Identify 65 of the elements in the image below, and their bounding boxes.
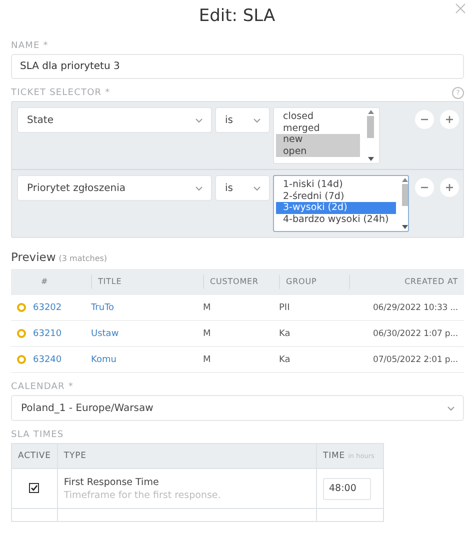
plus-icon bbox=[445, 183, 454, 192]
scroll-up-icon[interactable] bbox=[402, 178, 408, 182]
ticket-title-link[interactable]: Komu bbox=[91, 354, 116, 364]
table-cell: 06/29/2022 10:33 ... bbox=[373, 302, 458, 312]
table-cell: PII bbox=[279, 302, 290, 312]
table-cell: 07/05/2022 2:01 p... bbox=[373, 354, 458, 364]
attribute-select[interactable]: State bbox=[17, 107, 212, 133]
chevron-icon bbox=[447, 406, 455, 410]
table-cell: M bbox=[203, 328, 211, 338]
ticket-link[interactable]: 63240 bbox=[33, 354, 62, 364]
column-header[interactable]: TITLE bbox=[91, 275, 122, 289]
name-field[interactable]: SLA dla priorytetu 3 bbox=[11, 54, 464, 79]
table-cell: Ka bbox=[279, 328, 290, 338]
column-header[interactable]: CREATED AT bbox=[349, 275, 458, 289]
table-cell: M bbox=[203, 354, 211, 364]
table-cell: Ka bbox=[279, 354, 290, 364]
field-label: SLA TIMES bbox=[11, 430, 64, 440]
column-header[interactable]: CUSTOMER bbox=[203, 275, 258, 289]
chevron-icon bbox=[253, 186, 261, 190]
list-option[interactable]: closed bbox=[276, 111, 360, 122]
table-cell: 06/30/2022 1:07 p... bbox=[373, 328, 458, 338]
column-header: ACTIVE bbox=[18, 451, 51, 461]
list-option[interactable]: 2-średni (7d) bbox=[276, 190, 396, 202]
chevron-icon bbox=[195, 186, 203, 190]
option-list[interactable]: closed merged new open bbox=[273, 107, 380, 164]
section-title: Preview bbox=[11, 250, 56, 264]
column-header[interactable]: GROUP bbox=[279, 275, 317, 289]
ticket-link[interactable]: 63202 bbox=[33, 302, 62, 312]
scrollbar[interactable] bbox=[366, 110, 375, 161]
option-list[interactable]: 1-niski (14d) 2-średni (7d) 3-wysoki (2d) 4-bardzo wysoki (24h) bbox=[273, 175, 409, 232]
time-field[interactable]: 48:00 bbox=[323, 478, 371, 500]
table-cell: M bbox=[203, 302, 211, 312]
add-condition-button[interactable] bbox=[440, 110, 459, 129]
list-option[interactable]: new bbox=[276, 134, 360, 146]
field-label: NAME * bbox=[11, 41, 48, 51]
scroll-up-icon[interactable] bbox=[368, 110, 374, 114]
scroll-down-icon[interactable] bbox=[402, 225, 408, 229]
list-option[interactable]: merged bbox=[276, 122, 360, 134]
field-label: CALENDAR * bbox=[11, 382, 74, 392]
column-header: TYPE bbox=[64, 451, 86, 461]
chevron-icon bbox=[195, 118, 203, 122]
scroll-down-icon[interactable] bbox=[368, 157, 374, 161]
attribute-select[interactable]: Priorytet zgłoszenia bbox=[17, 175, 212, 201]
dialog-title: Edit: SLA bbox=[198, 6, 276, 26]
scrollbar[interactable] bbox=[402, 178, 408, 229]
calendar-select[interactable]: Poland_1 - Europe/Warsaw bbox=[11, 395, 464, 421]
column-header: TIME bbox=[323, 451, 346, 461]
add-condition-button[interactable] bbox=[440, 178, 459, 197]
match-count: (3 matches) bbox=[58, 254, 108, 263]
field-label: TICKET SELECTOR * bbox=[11, 88, 110, 98]
sla-type-name: First Response Time bbox=[64, 476, 160, 488]
operator-select[interactable]: is bbox=[215, 175, 270, 201]
sla-type-description: Timeframe for the first response. bbox=[64, 490, 222, 500]
plus-icon bbox=[445, 115, 454, 124]
active-checkbox[interactable] bbox=[29, 483, 40, 494]
list-option[interactable]: 4-bardzo wysoki (24h) bbox=[276, 214, 396, 225]
list-option[interactable]: 3-wysoki (2d) bbox=[276, 202, 396, 214]
chevron-icon bbox=[253, 118, 261, 122]
ticket-title-link[interactable]: Ustaw bbox=[91, 328, 119, 338]
ticket-title-link[interactable]: TruTo bbox=[91, 302, 114, 312]
ticket-link[interactable]: 63210 bbox=[33, 328, 62, 338]
list-option[interactable]: open bbox=[276, 146, 360, 157]
column-header[interactable]: # bbox=[33, 275, 48, 289]
operator-select[interactable]: is bbox=[215, 107, 270, 133]
list-option[interactable]: 1-niski (14d) bbox=[276, 179, 396, 190]
